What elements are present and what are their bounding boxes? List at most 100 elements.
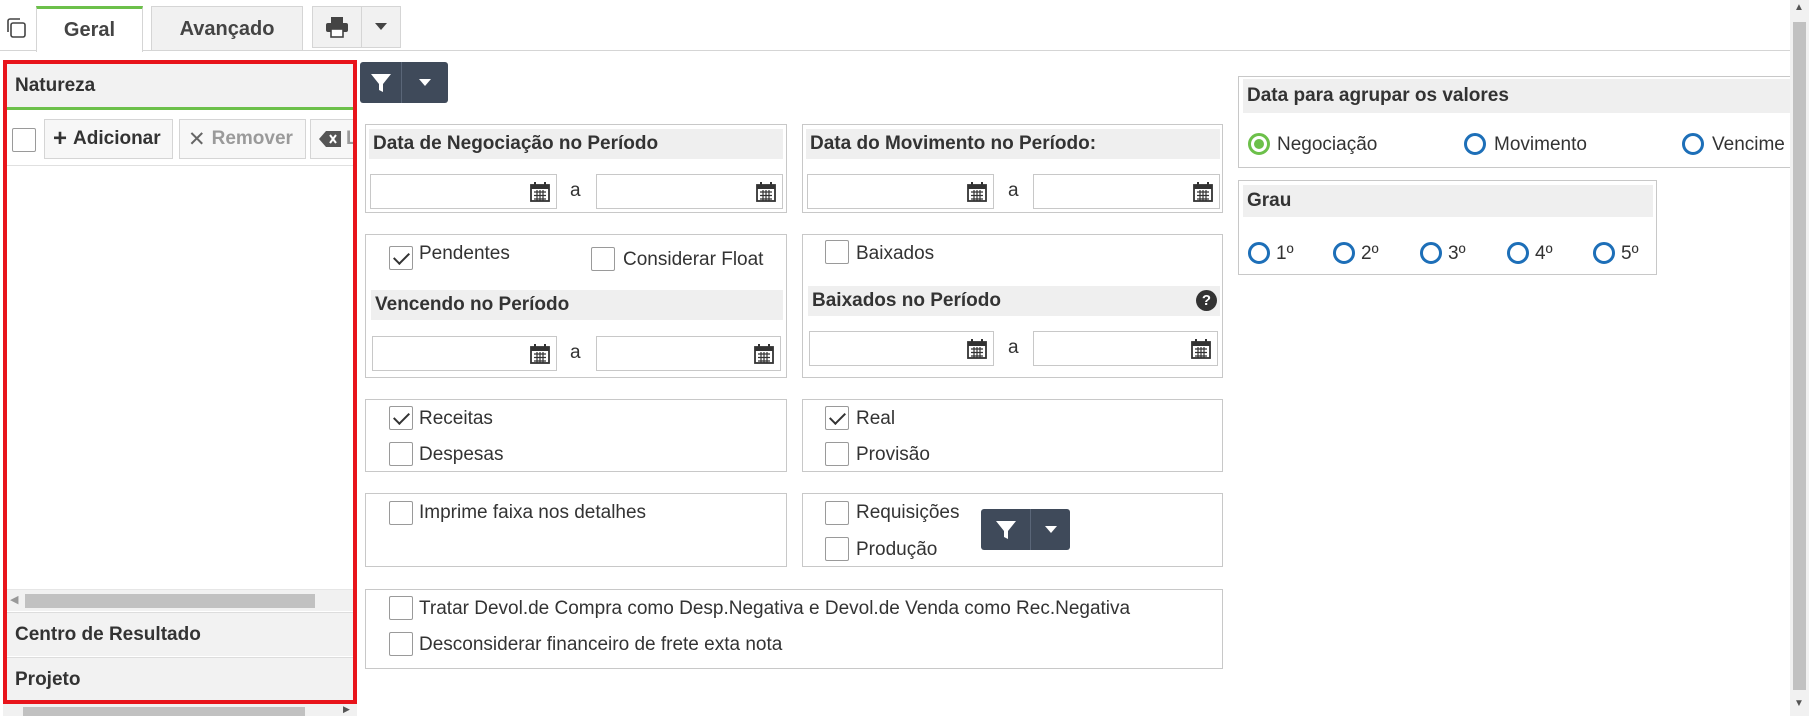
centro-resultado-title: Centro de Resultado [15, 623, 201, 645]
tab-geral-label: Geral [63, 19, 116, 41]
filter-button[interactable] [360, 62, 401, 103]
scroll-right-icon[interactable]: ▶ [343, 704, 350, 715]
grau-radio-5[interactable] [1593, 242, 1615, 264]
calendar-icon[interactable] [967, 339, 987, 359]
date-separator: a [1008, 180, 1019, 201]
calendar-icon[interactable] [530, 344, 550, 364]
calendar-icon[interactable] [530, 182, 550, 202]
remove-button[interactable]: ✕ Remover [179, 119, 306, 159]
horizontal-scrollbar[interactable]: ◀ [7, 589, 353, 611]
tratar-devol-checkbox[interactable] [389, 596, 413, 620]
scroll-left-icon[interactable]: ◀ [10, 593, 18, 606]
baixados-checkbox[interactable] [825, 240, 849, 264]
vencendo-start-date[interactable] [372, 336, 557, 371]
horizontal-scrollbar-thumb[interactable] [25, 594, 315, 608]
imprime-faixa-label: Imprime faixa nos detalhes [419, 502, 647, 523]
pendentes-label: Pendentes [419, 243, 510, 264]
considerar-float-checkbox[interactable] [591, 247, 615, 271]
plus-icon: + [53, 125, 68, 152]
requisicoes-filter-button[interactable] [981, 509, 1030, 550]
agrupar-radio-negociacao[interactable] [1248, 133, 1270, 155]
requisicoes-producao-box: Requisições Produção [802, 493, 1223, 567]
vertical-scrollbar[interactable]: ▲ ▼ [1790, 0, 1809, 716]
grau-radio-3[interactable] [1420, 242, 1442, 264]
caret-down-icon [375, 23, 387, 30]
natureza-header[interactable]: Natureza [7, 64, 353, 110]
calendar-icon[interactable] [1191, 339, 1211, 359]
tab-geral[interactable]: Geral [36, 6, 143, 52]
provisao-checkbox[interactable] [825, 442, 849, 466]
pendentes-checkbox[interactable] [389, 246, 413, 270]
real-checkbox[interactable] [825, 406, 849, 430]
receitas-checkbox[interactable] [389, 406, 413, 430]
agrupar-radio-vencimento[interactable] [1682, 133, 1704, 155]
agrupar-title: Data para agrupar os valores [1243, 79, 1791, 113]
add-button-label: Adicionar [73, 128, 161, 149]
imprime-faixa-checkbox[interactable] [389, 501, 413, 525]
grau-radio-1[interactable] [1248, 242, 1270, 264]
real-provisao-box: Real Provisão [802, 399, 1223, 472]
projeto-header[interactable]: Projeto [7, 657, 353, 700]
baixados-periodo-title-text: Baixados no Período [812, 290, 1001, 311]
grau-label-5: 5º [1621, 243, 1639, 264]
print-button[interactable] [312, 6, 362, 48]
imprime-faixa-box: Imprime faixa nos detalhes [365, 493, 787, 567]
add-button[interactable]: + Adicionar [44, 119, 173, 159]
requisicoes-filter-dropdown[interactable] [1030, 509, 1070, 550]
negociacao-end-date[interactable] [596, 174, 783, 209]
producao-checkbox[interactable] [825, 537, 849, 561]
movimento-end-date[interactable] [1033, 174, 1220, 209]
filter-dropdown-button[interactable] [401, 62, 448, 103]
scroll-up-icon[interactable]: ▲ [1794, 2, 1804, 13]
filter-icon [370, 73, 391, 92]
movimento-start-date[interactable] [807, 174, 994, 209]
scroll-down-icon[interactable]: ▼ [1794, 698, 1804, 709]
select-all-checkbox[interactable] [12, 128, 36, 152]
baixados-label: Baixados [856, 243, 935, 264]
clear-button-label: L [346, 128, 357, 149]
filter-tree-panel: Natureza + Adicionar ✕ Remover L ◀ Centr… [3, 60, 357, 704]
agrupar-radio-movimento[interactable] [1464, 133, 1486, 155]
requisicoes-label: Requisições [856, 502, 960, 523]
natureza-list[interactable] [7, 167, 353, 589]
negociacao-start-date[interactable] [370, 174, 557, 209]
print-dropdown-button[interactable] [361, 6, 401, 48]
movimento-title: Data do Movimento no Período: [806, 129, 1220, 159]
vencendo-title: Vencendo no Período [371, 290, 783, 320]
grau-radio-2[interactable] [1333, 242, 1355, 264]
calendar-icon[interactable] [967, 182, 987, 202]
devolucao-options-box: Tratar Devol.de Compra como Desp.Negativ… [365, 589, 1223, 669]
pendentes-box: Pendentes Considerar Float Vencendo no P… [365, 234, 787, 378]
filter-icon [995, 520, 1016, 539]
despesas-checkbox[interactable] [389, 442, 413, 466]
clear-button[interactable]: L [310, 119, 357, 159]
panel-bottom-scrollbar[interactable]: ▶ [3, 704, 357, 716]
real-label: Real [856, 408, 896, 429]
baixados-periodo-title: Baixados no Período [808, 286, 1220, 316]
desconsiderar-frete-label: Desconsiderar financeiro de frete exta n… [419, 634, 783, 655]
vertical-scrollbar-thumb[interactable] [1793, 22, 1806, 690]
date-separator: a [1008, 337, 1019, 358]
natureza-title: Natureza [15, 74, 96, 96]
projeto-title: Projeto [15, 668, 81, 690]
baixados-start-date[interactable] [809, 331, 994, 366]
vencendo-end-date[interactable] [596, 336, 781, 371]
desconsiderar-frete-checkbox[interactable] [389, 632, 413, 656]
negociacao-period-box: Data de Negociação no Período a [365, 124, 787, 213]
caret-down-icon [1044, 526, 1057, 533]
requisicoes-checkbox[interactable] [825, 501, 849, 525]
calendar-icon[interactable] [1193, 182, 1213, 202]
grau-radio-4[interactable] [1507, 242, 1529, 264]
copy-icon[interactable] [4, 16, 28, 40]
calendar-icon[interactable] [756, 182, 776, 202]
natureza-toolbar: + Adicionar ✕ Remover L [7, 112, 353, 166]
tab-avancado[interactable]: Avançado [151, 6, 303, 51]
baixados-end-date[interactable] [1033, 331, 1218, 366]
centro-resultado-header[interactable]: Centro de Resultado [7, 612, 353, 656]
calendar-icon[interactable] [754, 344, 774, 364]
grau-title-text: Grau [1247, 190, 1292, 211]
panel-bottom-scrollbar-thumb[interactable] [23, 707, 305, 716]
question-icon[interactable]: ? [1196, 290, 1217, 311]
backspace-icon [319, 131, 341, 147]
grau-label-4: 4º [1535, 243, 1553, 264]
